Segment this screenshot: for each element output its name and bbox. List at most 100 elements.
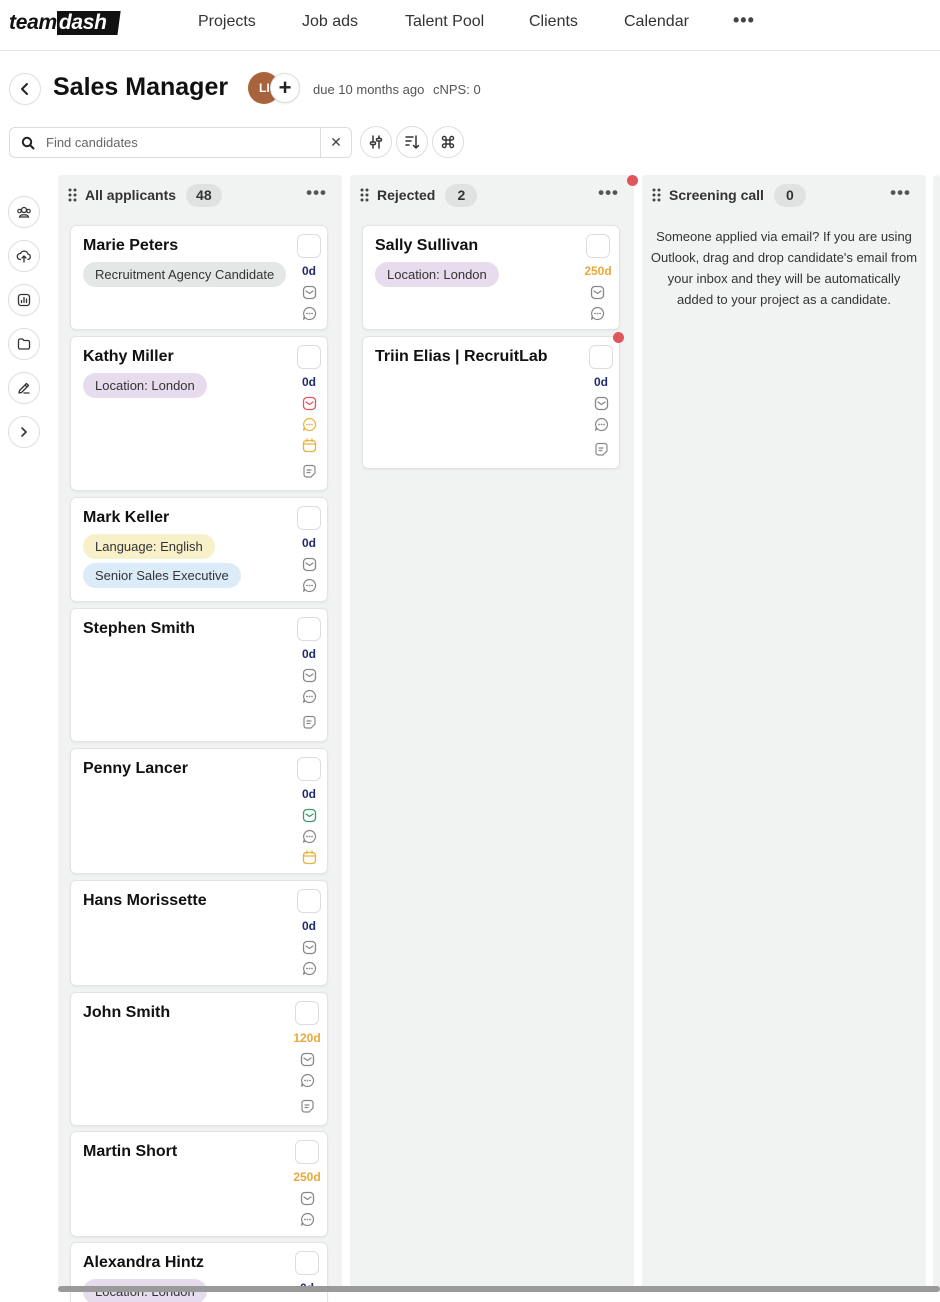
nav-more-button[interactable]: ••• <box>733 10 755 31</box>
back-button[interactable] <box>9 73 41 105</box>
email-icon[interactable] <box>302 808 317 823</box>
drag-handle-icon[interactable] <box>360 188 370 202</box>
column-rejected: Rejected 2 ••• Sally Sullivan Location: … <box>350 175 638 1292</box>
days-in-stage: 250d <box>293 1170 321 1184</box>
comment-icon[interactable] <box>300 1073 315 1088</box>
days-in-stage: 0d <box>301 536 316 550</box>
filter-button[interactable] <box>360 126 392 158</box>
email-icon[interactable] <box>302 285 317 300</box>
filter-sliders-icon <box>369 135 383 149</box>
comment-icon[interactable] <box>302 578 317 593</box>
candidate-card[interactable]: Kathy Miller Location: London 0d <box>70 336 328 491</box>
column-more-button[interactable]: ••• <box>306 184 327 201</box>
nav-job-ads[interactable]: Job ads <box>302 13 358 31</box>
calendar-event-icon[interactable] <box>302 850 317 865</box>
candidate-card[interactable]: Marie Peters Recruitment Agency Candidat… <box>70 225 328 330</box>
candidate-card[interactable]: Stephen Smith 0d <box>70 608 328 742</box>
select-checkbox[interactable] <box>297 757 321 781</box>
drag-handle-icon[interactable] <box>652 188 662 202</box>
comment-icon[interactable] <box>302 961 317 976</box>
column-more-button[interactable]: ••• <box>598 184 619 201</box>
chevron-left-icon <box>21 83 28 95</box>
note-icon[interactable] <box>302 715 317 730</box>
select-checkbox[interactable] <box>586 234 610 258</box>
select-checkbox[interactable] <box>295 1001 319 1025</box>
candidate-name: Sally Sullivan <box>375 237 479 254</box>
rail-team-button[interactable] <box>8 196 40 228</box>
comment-icon[interactable] <box>300 1212 315 1227</box>
rail-edit-button[interactable] <box>8 372 40 404</box>
candidate-name: Hans Morissette <box>83 892 207 909</box>
email-icon[interactable] <box>302 668 317 683</box>
rail-report-button[interactable] <box>8 284 40 316</box>
column-header: All applicants 48 <box>68 183 222 207</box>
candidate-card[interactable]: Mark Keller Language: English Senior Sal… <box>70 497 328 602</box>
candidate-card[interactable]: Martin Short 250d <box>70 1131 328 1237</box>
candidate-tag: Location: London <box>375 262 499 287</box>
email-icon[interactable] <box>594 396 609 411</box>
candidate-name: Marie Peters <box>83 237 179 254</box>
candidate-card[interactable]: Alexandra Hintz Location: London 0d <box>70 1242 328 1302</box>
column-header: Screening call 0 <box>652 183 806 207</box>
select-checkbox[interactable] <box>297 889 321 913</box>
select-checkbox[interactable] <box>297 234 321 258</box>
candidate-card[interactable]: John Smith 120d <box>70 992 328 1126</box>
select-checkbox[interactable] <box>589 345 613 369</box>
nav-calendar[interactable]: Calendar <box>624 13 689 31</box>
rail-files-button[interactable] <box>8 328 40 360</box>
candidate-name: Alexandra Hintz <box>83 1254 204 1271</box>
nav-clients[interactable]: Clients <box>529 13 578 31</box>
nav-projects[interactable]: Projects <box>198 13 256 31</box>
candidate-card[interactable]: Triin Elias | RecruitLab 0d <box>362 336 620 469</box>
column-more-button[interactable]: ••• <box>890 184 911 201</box>
note-icon[interactable] <box>302 464 317 479</box>
days-in-stage: 250d <box>584 264 612 278</box>
comment-icon[interactable] <box>302 417 317 432</box>
teamdash-logo[interactable]: team dash <box>9 11 121 35</box>
calendar-event-icon[interactable] <box>302 438 317 453</box>
email-icon[interactable] <box>302 396 317 411</box>
rail-upload-button[interactable] <box>8 240 40 272</box>
select-checkbox[interactable] <box>295 1251 319 1275</box>
email-icon[interactable] <box>302 940 317 955</box>
column-header: Rejected 2 <box>360 183 478 207</box>
folder-icon <box>17 338 31 350</box>
due-date: due 10 months ago <box>313 82 425 97</box>
comment-icon[interactable] <box>302 306 317 321</box>
comment-icon[interactable] <box>302 829 317 844</box>
column-title: Screening call <box>669 187 764 203</box>
email-icon[interactable] <box>590 285 605 300</box>
select-checkbox[interactable] <box>297 506 321 530</box>
notification-dot <box>627 175 638 186</box>
search-box: ✕ <box>9 127 352 158</box>
shortcuts-button[interactable] <box>432 126 464 158</box>
page-title: Sales Manager <box>53 73 229 101</box>
candidate-card[interactable]: Penny Lancer 0d <box>70 748 328 874</box>
horizontal-scrollbar[interactable] <box>58 1286 940 1292</box>
clear-search-button[interactable]: ✕ <box>320 128 351 157</box>
add-member-button[interactable]: + <box>270 73 300 103</box>
search-input[interactable] <box>46 135 322 150</box>
email-icon[interactable] <box>300 1052 315 1067</box>
logo-part-dash: dash <box>56 11 121 35</box>
drag-handle-icon[interactable] <box>68 188 78 202</box>
comment-icon[interactable] <box>590 306 605 321</box>
note-icon[interactable] <box>300 1099 315 1114</box>
candidate-card[interactable]: Hans Morissette 0d <box>70 880 328 986</box>
comment-icon[interactable] <box>594 417 609 432</box>
note-icon[interactable] <box>594 442 609 457</box>
email-icon[interactable] <box>302 557 317 572</box>
comment-icon[interactable] <box>302 689 317 704</box>
nav-talent-pool[interactable]: Talent Pool <box>405 13 484 31</box>
days-in-stage: 0d <box>301 264 316 278</box>
days-in-stage: 120d <box>293 1031 321 1045</box>
candidate-card[interactable]: Sally Sullivan Location: London 250d <box>362 225 620 330</box>
select-checkbox[interactable] <box>297 617 321 641</box>
candidate-name: John Smith <box>83 1004 171 1021</box>
select-checkbox[interactable] <box>297 345 321 369</box>
select-checkbox[interactable] <box>295 1140 319 1164</box>
rail-expand-button[interactable] <box>8 416 40 448</box>
column-count: 48 <box>186 183 222 207</box>
sort-button[interactable] <box>396 126 428 158</box>
email-icon[interactable] <box>300 1191 315 1206</box>
